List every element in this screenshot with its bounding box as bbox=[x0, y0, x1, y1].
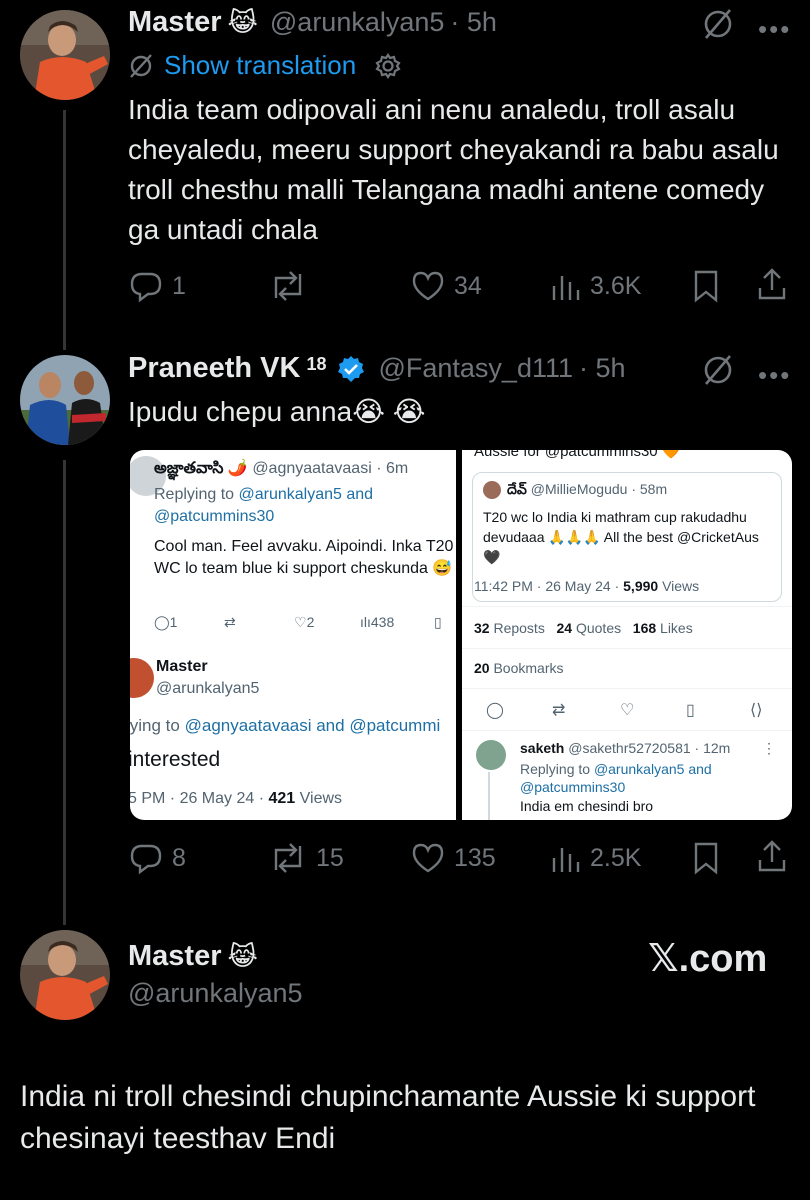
tweet3-text: India ni troll chesindi chupinchamante A… bbox=[20, 1080, 756, 1155]
left-time2: 5 PM · 26 May 24 · 421 Views bbox=[130, 790, 343, 807]
tweet1-header: Master 😹 @arunkalyan5 · 5h bbox=[128, 6, 497, 39]
tweet1-views-button[interactable]: 3.6K bbox=[550, 268, 641, 304]
right-timestamp: 11:42 PM · 26 May 24 · 5,990 Views bbox=[474, 578, 700, 594]
left-reply-header: అజ్ఞాతవాసి 🌶️ @agnyaatavaasi · 6m bbox=[154, 458, 408, 481]
tweet1-bookmark-button[interactable] bbox=[690, 268, 722, 304]
right-reply-avatar bbox=[476, 740, 506, 770]
media-right-screenshot[interactable]: Aussie for @patcummins30 🧡 దేవ్ @MillieM… bbox=[462, 450, 792, 820]
left-replying-prefix: Replying to bbox=[154, 486, 235, 503]
tweet2-share-button[interactable] bbox=[755, 838, 789, 874]
tweet1-text: India team odipovali ani nenu analedu, t… bbox=[128, 94, 779, 245]
right-quoted-text: T20 wc lo India ki mathram cup rakudadhu… bbox=[483, 509, 759, 565]
tweet3-header: Master 😹 bbox=[128, 940, 258, 973]
media-left-screenshot[interactable]: అజ్ఞాతవాసి 🌶️ @agnyaatavaasi · 6m Replyi… bbox=[130, 450, 456, 820]
right-quoted-name[interactable]: దేవ్ bbox=[507, 481, 527, 497]
show-translation-row[interactable]: Show translation bbox=[128, 50, 402, 81]
show-translation-link[interactable]: Show translation bbox=[164, 50, 356, 81]
left-replying-to: Replying to @arunkalyan5 and @patcummins… bbox=[154, 484, 454, 528]
right-like-icon[interactable]: ♡ bbox=[620, 700, 634, 720]
tweet1-author-emoji: 😹 bbox=[227, 7, 258, 37]
grok-icon[interactable] bbox=[700, 6, 736, 47]
tweet2-like-button[interactable]: 135 bbox=[410, 840, 496, 876]
more-icon-2[interactable]: ••• bbox=[758, 360, 791, 391]
more-icon[interactable]: ••• bbox=[758, 14, 791, 45]
tweet1-reply-button[interactable]: 1 bbox=[128, 268, 186, 304]
tweet2-author-name[interactable]: Praneeth VK bbox=[128, 352, 300, 385]
tweet2-views-button[interactable]: 2.5K bbox=[550, 840, 641, 876]
tweet2-handle[interactable]: @Fantasy_d111 bbox=[378, 353, 573, 384]
right-engagement-row: 32 Reposts 24 Quotes 168 Likes bbox=[474, 620, 693, 636]
verified-badge-icon bbox=[338, 355, 365, 382]
left-master-avatar bbox=[130, 658, 154, 698]
right-reply-text: India em chesindi bro bbox=[520, 798, 654, 814]
right-quoted-handle[interactable]: @MillieMogudu · 58m bbox=[531, 481, 667, 497]
tweet2-author-superscript: 18 bbox=[306, 354, 327, 374]
left-handle2: @arunkalyan5 bbox=[156, 680, 260, 697]
tweet2-view-count: 2.5K bbox=[590, 843, 642, 872]
tweet1-handle[interactable]: @arunkalyan5 bbox=[270, 7, 445, 38]
tweet2-retweet-button[interactable]: 15 bbox=[268, 840, 344, 876]
tweet2-text: Ipudu chepu anna😭 😭 bbox=[128, 396, 426, 427]
tweet3-author-name[interactable]: Master bbox=[128, 940, 222, 973]
right-actions: ◯ ⇄ ♡ ▯ ⟨⟩ bbox=[486, 700, 786, 722]
left-user-name[interactable]: అజ్ఞాతవాసి 🌶️ bbox=[154, 460, 248, 477]
tweet1-like-count: 34 bbox=[454, 271, 482, 300]
left-actions: ◯1 ⇄ ♡2 ılı438 ▯ bbox=[154, 614, 454, 636]
thread-line-1 bbox=[63, 110, 66, 350]
thread-line-2 bbox=[63, 460, 66, 925]
x-com-logo: 𝕏.com bbox=[648, 938, 768, 980]
avatar-master[interactable] bbox=[20, 10, 110, 100]
tweet2-header: Praneeth VK 18 @Fantasy_d111 · 5h bbox=[128, 352, 626, 385]
tweet1-time[interactable]: · 5h bbox=[450, 7, 497, 38]
tweet2-bookmark-button[interactable] bbox=[690, 840, 722, 876]
tweet2-time[interactable]: · 5h bbox=[579, 353, 626, 384]
tweet1-share-button[interactable] bbox=[755, 266, 789, 302]
avatar-praneeth[interactable] bbox=[20, 355, 110, 445]
left-like-action[interactable]: ♡2 bbox=[294, 614, 314, 631]
left-reply-action[interactable]: ◯1 bbox=[154, 614, 177, 631]
right-bookmarks: 20 Bookmarks bbox=[474, 660, 564, 676]
tweet2-reply-button[interactable]: 8 bbox=[128, 840, 186, 876]
right-retweet-icon[interactable]: ⇄ bbox=[552, 700, 565, 720]
right-reply-replying: Replying to @arunkalyan5 and @patcummins… bbox=[520, 761, 712, 795]
right-share-icon[interactable]: ⟨⟩ bbox=[750, 700, 762, 720]
tweet1-reply-count: 1 bbox=[172, 271, 186, 300]
left-text2: interested bbox=[130, 748, 221, 771]
right-reply-header: saketh @sakethr52720581 · 12m bbox=[520, 740, 731, 756]
left-bookmark-action[interactable]: ▯ bbox=[434, 614, 442, 631]
left-replying2: lying to @agnyaatavaasi and @patcummi bbox=[130, 716, 441, 735]
tweet2-like-count: 135 bbox=[454, 843, 496, 872]
tweet3-author-emoji: 😹 bbox=[227, 941, 258, 971]
tweet3-handle[interactable]: @arunkalyan5 bbox=[128, 978, 303, 1009]
tweet2-reply-count: 8 bbox=[172, 843, 186, 872]
tweet1-like-button[interactable]: 34 bbox=[410, 268, 482, 304]
grok-icon-2[interactable] bbox=[700, 352, 736, 393]
left-name2: Master bbox=[156, 658, 208, 675]
right-reply-icon[interactable]: ◯ bbox=[486, 700, 504, 720]
left-views-action[interactable]: ılı438 bbox=[360, 614, 394, 630]
tweet2-retweet-count: 15 bbox=[316, 843, 344, 872]
translate-icon bbox=[130, 53, 152, 78]
settings-gear-icon[interactable] bbox=[374, 52, 402, 80]
tweet1-author-name[interactable]: Master bbox=[128, 6, 222, 39]
tweet1-view-count: 3.6K bbox=[590, 271, 642, 300]
left-user-handle[interactable]: @agnyaatavaasi · 6m bbox=[252, 460, 408, 477]
right-bookmark-icon[interactable]: ▯ bbox=[686, 700, 695, 720]
right-top-text: Aussie for @patcummins30 🧡 bbox=[474, 450, 681, 460]
left-reply-text: Cool man. Feel avvaku. Aipoindi. Inka T2… bbox=[154, 538, 454, 577]
tweet1-retweet-button[interactable] bbox=[268, 268, 316, 304]
avatar-master-2[interactable] bbox=[20, 930, 110, 1020]
left-retweet-action[interactable]: ⇄ bbox=[224, 614, 236, 631]
